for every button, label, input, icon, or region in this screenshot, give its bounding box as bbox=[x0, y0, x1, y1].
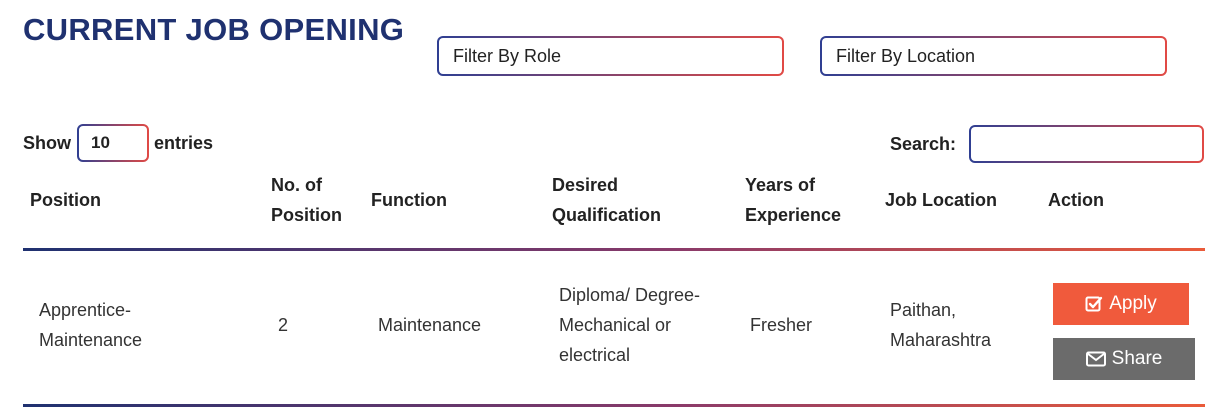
cell-qualification-line2: Mechanical or bbox=[559, 315, 672, 335]
search-control: Search: bbox=[890, 125, 1204, 163]
page-title: CURRENT JOB OPENING bbox=[23, 12, 405, 47]
show-entries-control: Show 10 entries bbox=[23, 124, 213, 162]
cell-function: Maintenance bbox=[378, 315, 482, 335]
cell-location-line1: Paithan, bbox=[890, 300, 957, 320]
header-action: Action bbox=[1048, 190, 1104, 210]
cell-position-line1: Apprentice- bbox=[39, 300, 132, 320]
row-divider bbox=[23, 404, 1205, 407]
entries-label: entries bbox=[154, 132, 214, 153]
header-qualification[interactable]: Desired Qualification bbox=[552, 170, 661, 230]
header-no-of-position-line2: Position bbox=[271, 205, 342, 225]
entries-select[interactable]: 10 bbox=[77, 124, 149, 162]
header-qualification-line2: Qualification bbox=[552, 205, 662, 225]
header-no-of-position-line1: No. of bbox=[271, 175, 322, 195]
cell-location-line2: Maharashtra bbox=[890, 330, 992, 350]
show-label: Show bbox=[23, 132, 71, 153]
header-function[interactable]: Function bbox=[371, 185, 447, 215]
search-input[interactable] bbox=[969, 125, 1204, 163]
cell-qualification-line3: electrical bbox=[559, 345, 631, 365]
header-divider bbox=[23, 248, 1205, 251]
cell-no-of-position: 2 bbox=[278, 315, 289, 335]
envelope-icon bbox=[1085, 351, 1106, 367]
check-square-icon bbox=[1085, 295, 1103, 313]
header-experience-line1: Years of bbox=[745, 175, 816, 195]
header-position[interactable]: Position bbox=[30, 185, 101, 215]
cell-experience: Fresher bbox=[750, 315, 813, 335]
share-label: Share bbox=[1111, 348, 1163, 369]
header-qualification-line1: Desired bbox=[552, 175, 619, 195]
apply-button[interactable]: Apply bbox=[1053, 283, 1189, 325]
cell-location: Paithan, Maharashtra bbox=[890, 295, 991, 355]
cell-qualification-line1: Diploma/ Degree- bbox=[559, 285, 701, 305]
filter-by-location-select[interactable]: Filter By Location bbox=[820, 36, 1167, 76]
share-button[interactable]: Share bbox=[1053, 338, 1195, 380]
cell-position: Apprentice- Maintenance bbox=[39, 295, 142, 355]
header-no-of-position[interactable]: No. of Position bbox=[271, 170, 342, 230]
search-label: Search: bbox=[890, 133, 957, 154]
filter-by-role-select[interactable]: Filter By Role bbox=[437, 36, 784, 76]
header-experience-line2: Experience bbox=[745, 205, 842, 225]
apply-label: Apply bbox=[1109, 293, 1157, 314]
header-experience[interactable]: Years of Experience bbox=[745, 170, 841, 230]
cell-qualification: Diploma/ Degree- Mechanical or electrica… bbox=[559, 280, 700, 370]
header-job-location[interactable]: Job Location bbox=[885, 185, 997, 215]
cell-position-line2: Maintenance bbox=[39, 330, 143, 350]
